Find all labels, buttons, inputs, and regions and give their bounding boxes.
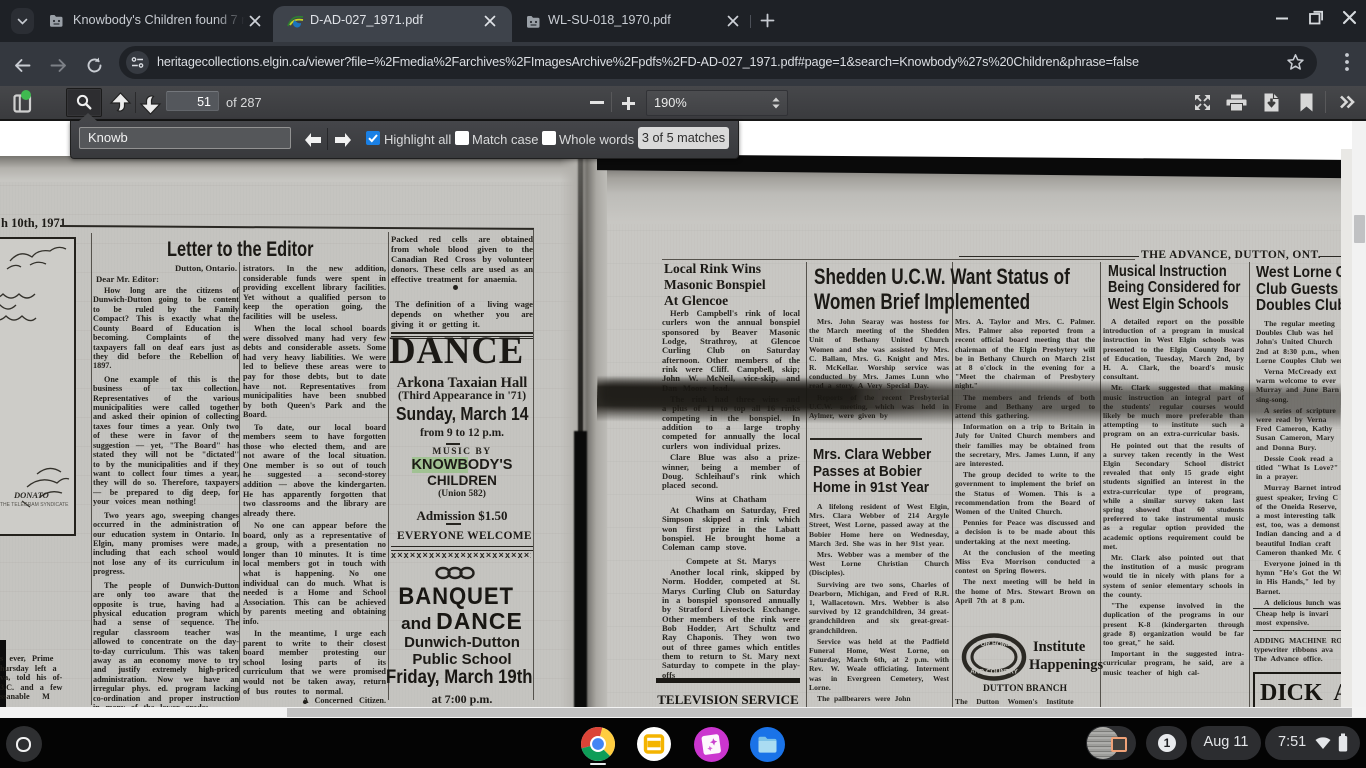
- svg-text:FOR HOME: FOR HOME: [976, 641, 1012, 648]
- svg-text:W.I.: W.I.: [989, 656, 1000, 662]
- svg-text:AND COUNTRY: AND COUNTRY: [970, 669, 1018, 676]
